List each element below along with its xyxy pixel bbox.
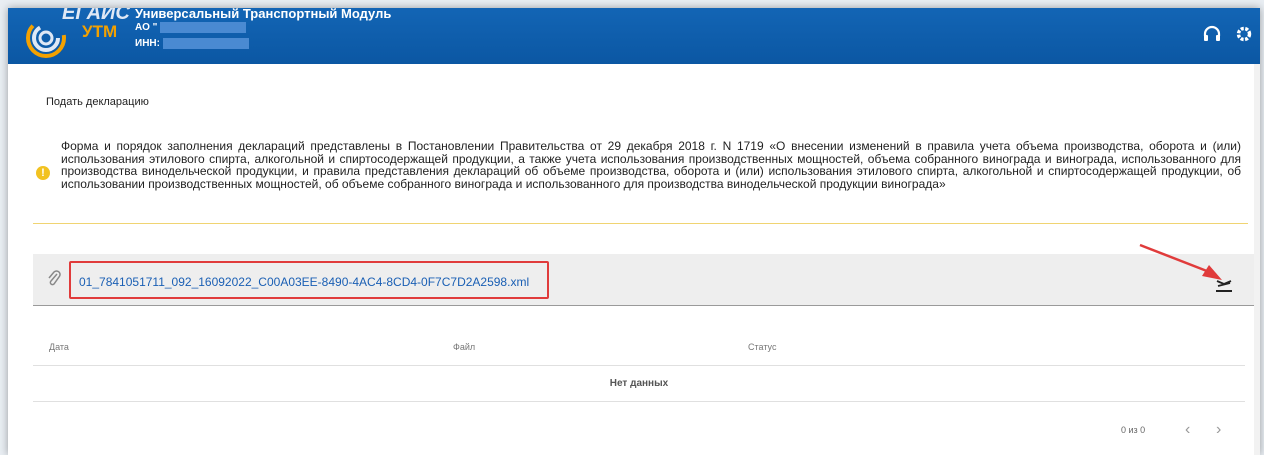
- declaration-notice: ! Форма и порядок заполнения деклараций …: [33, 124, 1248, 224]
- red-pointer-arrow-icon: [1139, 243, 1222, 280]
- egais-logo: ЕГАИС УТМ: [16, 8, 130, 62]
- gear-icon[interactable]: [1234, 24, 1254, 46]
- no-data-text: Нет данных: [609, 378, 669, 389]
- redacted-organization: [160, 22, 247, 33]
- column-file-header[interactable]: Файл: [453, 342, 475, 352]
- table-header: Дата Файл Статус: [33, 338, 1245, 366]
- paperclip-icon[interactable]: [46, 269, 62, 287]
- file-bar: 01_7841051711_092_16092022_C00A03EE-8490…: [33, 254, 1254, 306]
- table-empty-row: Нет данных: [33, 366, 1245, 402]
- column-date-header[interactable]: Дата: [49, 342, 69, 352]
- headset-icon[interactable]: [1202, 24, 1222, 46]
- column-status-header[interactable]: Статус: [748, 342, 776, 352]
- redacted-inn: [162, 38, 249, 49]
- next-page-button[interactable]: ›: [1216, 421, 1221, 439]
- page-title: Подать декларацию: [46, 96, 149, 108]
- warning-icon: !: [36, 166, 50, 180]
- vertical-scrollbar[interactable]: [1254, 64, 1260, 455]
- previous-page-button[interactable]: ‹: [1185, 421, 1190, 439]
- organization-prefix: АО ": [135, 22, 158, 34]
- app-window: ЕГАИС УТМ Универсальный Транспортный Мод…: [8, 8, 1260, 455]
- pagination-label: 0 из 0: [1121, 425, 1146, 435]
- notice-text: Форма и порядок заполнения деклараций пр…: [61, 139, 1241, 191]
- inn-line: ИНН:: [135, 38, 249, 49]
- logo-utm-text: УТМ: [82, 22, 118, 41]
- inn-label: ИНН:: [135, 38, 160, 50]
- logout-icon[interactable]: [1256, 24, 1260, 46]
- selected-file-highlight: 01_7841051711_092_16092022_C00A03EE-8490…: [69, 261, 549, 299]
- organization-name: АО ": [135, 22, 247, 34]
- selected-file-link[interactable]: 01_7841051711_092_16092022_C00A03EE-8490…: [79, 275, 529, 289]
- app-title: Универсальный Транспортный Модуль: [135, 8, 392, 21]
- app-header: ЕГАИС УТМ Универсальный Транспортный Мод…: [8, 8, 1260, 64]
